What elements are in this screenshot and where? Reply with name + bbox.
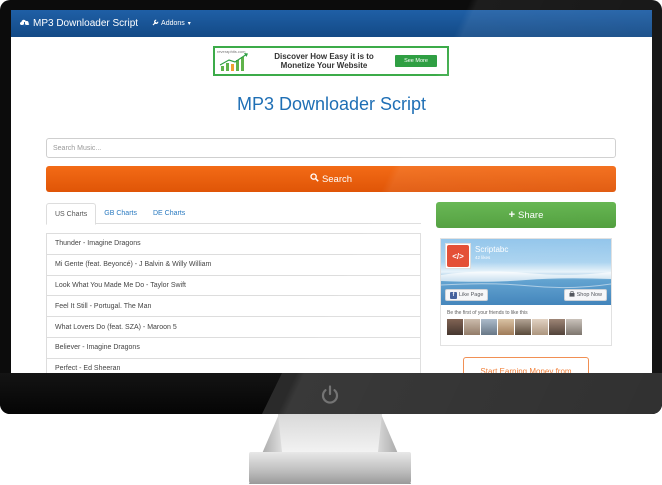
facebook-page-widget: </> Scriptabc 42 likes f Like Page Shop … (440, 238, 612, 346)
facebook-friends-text: Be the first of your friends to like thi… (447, 310, 528, 316)
share-button[interactable]: + Share (436, 202, 616, 228)
tab-de-charts[interactable]: DE Charts (145, 203, 193, 224)
monitor-stand-shade (278, 414, 382, 452)
code-icon: </> (447, 245, 469, 267)
promo-button[interactable]: Start Earning Money from (463, 357, 589, 373)
ad-banner[interactable]: reveraphits.com Discover How Easy it is … (213, 46, 449, 76)
brand-label: MP3 Downloader Script (33, 18, 139, 29)
facebook-avatar[interactable]: </> (445, 243, 471, 269)
search-icon (310, 173, 322, 185)
avatar[interactable] (532, 319, 548, 335)
avatar[interactable] (498, 319, 514, 335)
facebook-likes-count: 42 likes (475, 255, 491, 260)
caret-down-icon: ▾ (187, 21, 191, 27)
facebook-friend-faces (447, 319, 583, 335)
facebook-page-name[interactable]: Scriptabc (475, 245, 508, 254)
list-item[interactable]: Mi Gente (feat. Beyoncé) - J Balvin & Wi… (47, 255, 420, 276)
browser-screen: MP3 Downloader Script Addons ▾ reveraphi… (11, 10, 652, 373)
search-button[interactable]: Search (46, 166, 616, 192)
ad-logo: reveraphits.com (217, 48, 255, 74)
shopping-bag-icon (569, 290, 575, 299)
facebook-like-button[interactable]: f Like Page (445, 289, 489, 301)
facebook-cover-image: </> Scriptabc 42 likes f Like Page Shop … (441, 239, 611, 305)
tab-us-charts[interactable]: US Charts (46, 203, 97, 225)
search-input[interactable]: Search Music... (46, 138, 616, 158)
search-button-label: Search (321, 173, 353, 185)
facebook-shop-label: Shop Now (576, 292, 602, 298)
plus-icon: + (508, 209, 516, 221)
addons-label: Addons (161, 20, 185, 27)
avatar[interactable] (566, 319, 582, 335)
list-item[interactable]: Believer - Imagine Dragons (47, 338, 420, 359)
list-item[interactable]: What Lovers Do (feat. SZA) - Maroon 5 (47, 317, 420, 338)
list-item[interactable]: Perfect - Ed Sheeran (47, 359, 420, 373)
share-button-label: Share (518, 209, 544, 221)
ad-see-more-button[interactable]: See More (395, 55, 437, 67)
avatar[interactable] (464, 319, 480, 335)
navbar: MP3 Downloader Script Addons ▾ (11, 10, 652, 37)
chart-list: Thunder - Imagine Dragons Mi Gente (feat… (46, 233, 421, 373)
facebook-icon: f (450, 291, 457, 299)
facebook-shop-button[interactable]: Shop Now (563, 289, 607, 301)
wrench-icon (152, 19, 161, 28)
monitor-stand-base (249, 452, 411, 484)
addons-dropdown[interactable]: Addons ▾ (152, 19, 191, 28)
monitor-frame: MP3 Downloader Script Addons ▾ reveraphi… (0, 0, 662, 414)
avatar[interactable] (481, 319, 497, 335)
avatar[interactable] (549, 319, 565, 335)
ad-headline: Discover How Easy it is to Monetize Your… (274, 52, 374, 70)
avatar[interactable] (515, 319, 531, 335)
list-item[interactable]: Thunder - Imagine Dragons (47, 234, 420, 255)
avatar[interactable] (447, 319, 463, 335)
list-item[interactable]: Look What You Made Me Do - Taylor Swift (47, 276, 420, 297)
charts-tabs: US Charts GB Charts DE Charts (46, 203, 421, 225)
facebook-like-label: Like Page (459, 292, 484, 298)
list-item[interactable]: Feel It Still - Portugal. The Man (47, 296, 420, 318)
power-icon[interactable] (318, 383, 342, 407)
page-title: MP3 Downloader Script (236, 94, 427, 114)
ad-logo-text: reveraphits.com (217, 49, 246, 54)
cloud-download-icon (19, 18, 33, 30)
brand-link[interactable]: MP3 Downloader Script (19, 18, 138, 30)
tab-gb-charts[interactable]: GB Charts (96, 203, 145, 224)
